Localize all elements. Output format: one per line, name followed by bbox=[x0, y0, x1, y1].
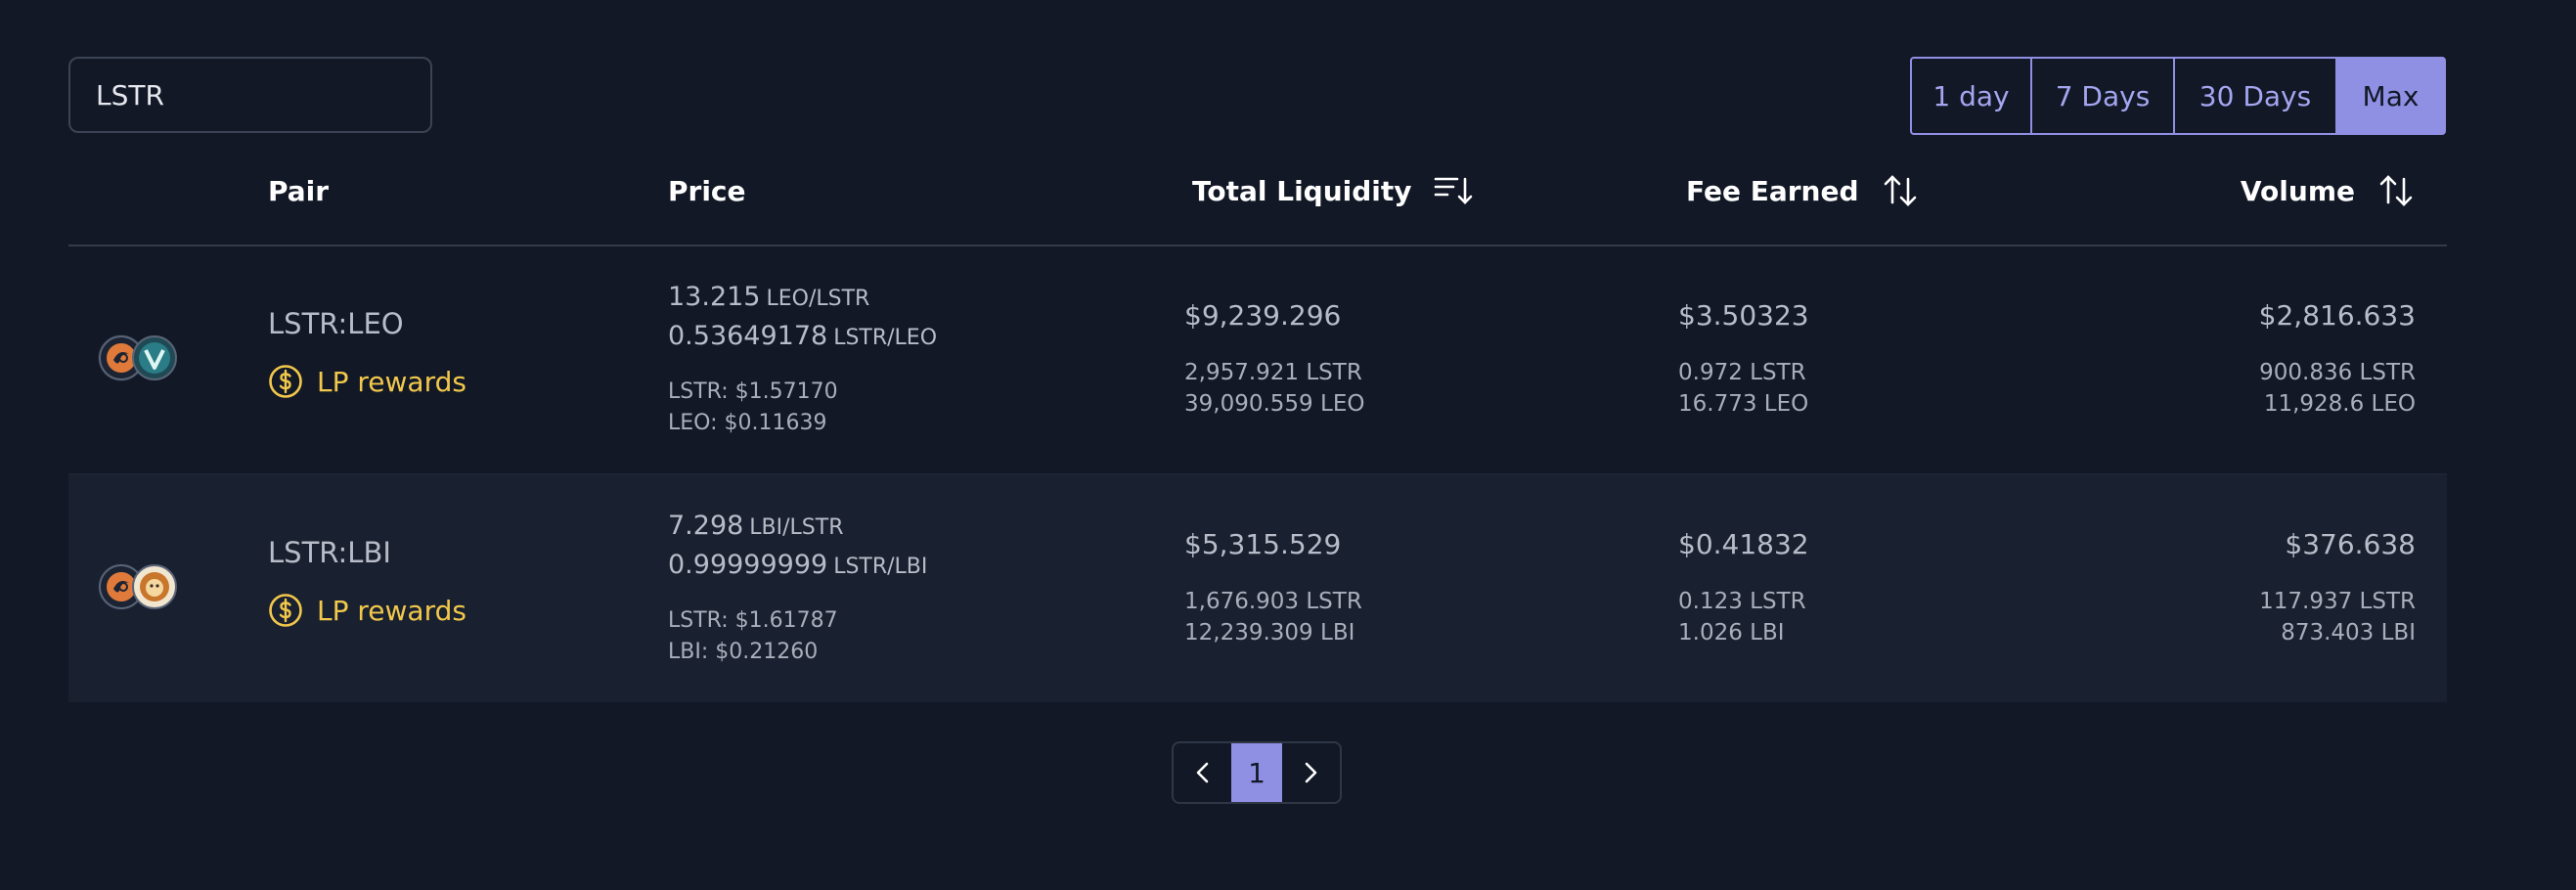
next-page-button[interactable] bbox=[1282, 743, 1340, 802]
price-usd-1: LSTR: $1.57170 bbox=[668, 379, 838, 404]
search-box[interactable] bbox=[68, 57, 432, 133]
pools-page: 1 day 7 Days 30 Days Max Pair Price Tota… bbox=[0, 0, 2576, 890]
fee-earned-value: $3.50323 bbox=[1678, 299, 1809, 332]
pair-name[interactable]: LSTR:LBI bbox=[268, 536, 391, 569]
volume-value: $376.638 bbox=[2285, 528, 2416, 560]
dollar-coin-icon bbox=[269, 594, 302, 627]
chevron-left-icon bbox=[1196, 762, 1208, 783]
chevron-right-icon bbox=[1306, 762, 1317, 783]
fee-earned-value: $0.41832 bbox=[1678, 528, 1809, 560]
price-usd-2: LEO: $0.11639 bbox=[668, 411, 827, 435]
fee-token-2: 1.026 LBI bbox=[1678, 620, 1785, 645]
page-number-button[interactable]: 1 bbox=[1231, 743, 1282, 802]
table-row[interactable]: LSTR:LEO LP rewards 13.215 LEO/LSTR 0.536… bbox=[68, 246, 2447, 475]
price-rate-1: 7.298 LBI/LSTR bbox=[668, 511, 844, 541]
liquidity-token-2: 12,239.309 LBI bbox=[1184, 620, 1355, 645]
liquidity-token-1: 1,676.903 LSTR bbox=[1184, 589, 1362, 614]
total-liquidity-value: $9,239.296 bbox=[1184, 299, 1342, 332]
price-usd-1: LSTR: $1.61787 bbox=[668, 608, 838, 633]
search-input[interactable] bbox=[70, 78, 430, 111]
price-usd-2: LBI: $0.21260 bbox=[668, 640, 819, 664]
period-1-day-button[interactable]: 1 day bbox=[1910, 57, 2032, 135]
price-rate-2: 0.99999999 LSTR/LBI bbox=[668, 550, 928, 580]
column-header-total-liquidity[interactable]: Total Liquidity bbox=[1192, 147, 1473, 235]
sort-icon[interactable] bbox=[2376, 173, 2416, 208]
token-pair-icons bbox=[98, 561, 180, 612]
pair-name[interactable]: LSTR:LEO bbox=[268, 307, 404, 340]
price-rate-1: 13.215 LEO/LSTR bbox=[668, 282, 870, 312]
period-max-button[interactable]: Max bbox=[2335, 57, 2446, 135]
table-row[interactable]: LSTR:LBI LP rewards 7.298 LBI/LSTR 0.9999… bbox=[68, 475, 2447, 702]
period-toggle: 1 day 7 Days 30 Days Max bbox=[1910, 57, 2446, 135]
table-header: Pair Price Total Liquidity Fee Earned Vo… bbox=[68, 147, 2447, 246]
lbi-token-icon bbox=[132, 564, 177, 609]
previous-page-button[interactable] bbox=[1174, 743, 1231, 802]
price-rate-2: 0.53649178 LSTR/LEO bbox=[668, 321, 938, 351]
volume-token-2: 873.403 LBI bbox=[2281, 620, 2416, 645]
fee-token-1: 0.123 LSTR bbox=[1678, 589, 1806, 614]
liquidity-token-1: 2,957.921 LSTR bbox=[1184, 360, 1362, 385]
column-header-volume[interactable]: Volume bbox=[2241, 147, 2416, 235]
volume-token-1: 117.937 LSTR bbox=[2259, 589, 2416, 614]
token-pair-icons bbox=[98, 333, 180, 383]
period-7-days-button[interactable]: 7 Days bbox=[2030, 57, 2175, 135]
dollar-coin-icon bbox=[269, 365, 302, 398]
fee-token-2: 16.773 LEO bbox=[1678, 391, 1809, 417]
period-30-days-button[interactable]: 30 Days bbox=[2173, 57, 2337, 135]
sort-descending-icon[interactable] bbox=[1434, 173, 1473, 208]
column-header-pair: Pair bbox=[268, 174, 330, 207]
liquidity-token-2: 39,090.559 LEO bbox=[1184, 391, 1365, 417]
fee-token-1: 0.972 LSTR bbox=[1678, 360, 1806, 385]
total-liquidity-value: $5,315.529 bbox=[1184, 528, 1342, 560]
leo-token-icon bbox=[132, 335, 177, 380]
volume-value: $2,816.633 bbox=[2258, 299, 2416, 332]
column-header-fee-earned[interactable]: Fee Earned bbox=[1686, 147, 1920, 235]
sort-icon[interactable] bbox=[1881, 173, 1920, 208]
lp-rewards-badge: LP rewards bbox=[268, 364, 466, 399]
pagination: 1 bbox=[1172, 741, 1342, 804]
column-header-price: Price bbox=[668, 174, 746, 207]
lp-rewards-badge: LP rewards bbox=[268, 593, 466, 628]
volume-token-2: 11,928.6 LEO bbox=[2263, 391, 2416, 417]
volume-token-1: 900.836 LSTR bbox=[2259, 360, 2416, 385]
